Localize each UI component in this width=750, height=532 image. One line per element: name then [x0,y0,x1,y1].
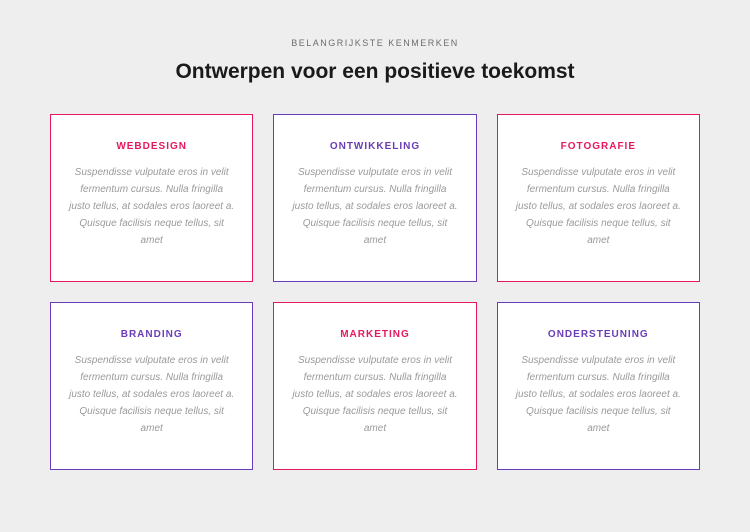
section-eyebrow: BELANGRIJKSTE KENMERKEN [50,38,700,48]
section-headline: Ontwerpen voor een positieve toekomst [50,60,700,84]
feature-card-title: FOTOGRAFIE [516,141,681,152]
feature-grid: WEBDESIGN Suspendisse vulputate eros in … [50,114,700,470]
feature-card-desc: Suspendisse vulputate eros in velit ferm… [69,352,234,437]
feature-card-title: MARKETING [292,329,457,340]
feature-card-title: WEBDESIGN [69,141,234,152]
feature-card: BRANDING Suspendisse vulputate eros in v… [50,302,253,470]
feature-card: ONTWIKKELING Suspendisse vulputate eros … [273,114,476,282]
feature-card: ONDERSTEUNING Suspendisse vulputate eros… [497,302,700,470]
feature-card: MARKETING Suspendisse vulputate eros in … [273,302,476,470]
feature-card-desc: Suspendisse vulputate eros in velit ferm… [292,164,457,249]
feature-card-desc: Suspendisse vulputate eros in velit ferm… [292,352,457,437]
feature-card: FOTOGRAFIE Suspendisse vulputate eros in… [497,114,700,282]
feature-card-desc: Suspendisse vulputate eros in velit ferm… [516,164,681,249]
feature-card-title: ONTWIKKELING [292,141,457,152]
feature-card-title: ONDERSTEUNING [516,329,681,340]
feature-card-title: BRANDING [69,329,234,340]
feature-card-desc: Suspendisse vulputate eros in velit ferm… [69,164,234,249]
feature-card-desc: Suspendisse vulputate eros in velit ferm… [516,352,681,437]
feature-card: WEBDESIGN Suspendisse vulputate eros in … [50,114,253,282]
